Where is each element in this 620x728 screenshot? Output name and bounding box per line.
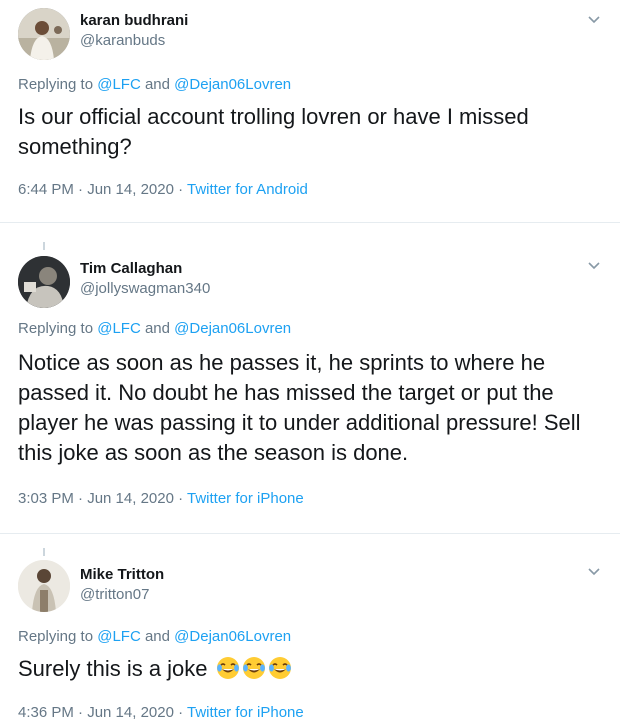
replying-and: and bbox=[144, 628, 170, 645]
tweet-karan: karan budhrani @karanbuds Replying to @L… bbox=[0, 0, 620, 218]
timestamp[interactable]: 4:36 PM · Jun 14, 2020 · bbox=[18, 704, 187, 721]
tweet-source[interactable]: Twitter for iPhone bbox=[187, 704, 304, 721]
chevron-down-icon[interactable] bbox=[586, 258, 602, 274]
replying-to: Replying to @LFC and @Dejan06Lovren bbox=[18, 320, 291, 337]
chevron-down-icon[interactable] bbox=[586, 12, 602, 28]
thread-line bbox=[43, 242, 45, 250]
avatar[interactable] bbox=[18, 8, 70, 60]
face-with-tears-of-joy-icon bbox=[268, 656, 292, 688]
tweet-meta: 4:36 PM · Jun 14, 2020 · Twitter for iPh… bbox=[18, 704, 304, 721]
person-avatar-icon bbox=[18, 8, 70, 60]
replying-label: Replying to bbox=[18, 76, 94, 93]
user-handle[interactable]: @jollyswagman340 bbox=[80, 280, 210, 297]
display-name[interactable]: Mike Tritton bbox=[80, 566, 164, 583]
thread-line bbox=[43, 548, 45, 556]
mention-lovren[interactable]: @Dejan06Lovren bbox=[174, 628, 291, 645]
mention-lfc[interactable]: @LFC bbox=[97, 320, 141, 337]
tweet-mike: Mike Tritton @tritton07 Replying to @LFC… bbox=[0, 548, 620, 728]
face-with-tears-of-joy-icon bbox=[216, 656, 240, 688]
replying-and: and bbox=[144, 76, 170, 93]
tweet-source[interactable]: Twitter for Android bbox=[187, 181, 308, 198]
mention-lovren[interactable]: @Dejan06Lovren bbox=[174, 320, 291, 337]
divider bbox=[0, 533, 620, 534]
display-name[interactable]: karan budhrani bbox=[80, 12, 188, 29]
chevron-down-icon[interactable] bbox=[586, 564, 602, 580]
tweet-tim: Tim Callaghan @jollyswagman340 Replying … bbox=[0, 236, 620, 526]
mention-lfc[interactable]: @LFC bbox=[97, 76, 141, 93]
tweet-source[interactable]: Twitter for iPhone bbox=[187, 490, 304, 507]
timestamp[interactable]: 3:03 PM · Jun 14, 2020 · bbox=[18, 490, 187, 507]
replying-to: Replying to @LFC and @Dejan06Lovren bbox=[18, 76, 291, 93]
divider bbox=[0, 222, 620, 223]
tweet-meta: 3:03 PM · Jun 14, 2020 · Twitter for iPh… bbox=[18, 490, 304, 507]
mention-lfc[interactable]: @LFC bbox=[97, 628, 141, 645]
timestamp[interactable]: 6:44 PM · Jun 14, 2020 · bbox=[18, 181, 187, 198]
person-avatar-icon bbox=[18, 256, 70, 308]
person-avatar-icon bbox=[18, 560, 70, 612]
tweet-text-wrap: Surely this is a joke bbox=[18, 654, 608, 688]
avatar[interactable] bbox=[18, 560, 70, 612]
tweet-text: Notice as soon as he passes it, he sprin… bbox=[18, 350, 581, 465]
replying-label: Replying to bbox=[18, 628, 94, 645]
replying-and: and bbox=[144, 320, 170, 337]
avatar[interactable] bbox=[18, 256, 70, 308]
replying-to: Replying to @LFC and @Dejan06Lovren bbox=[18, 628, 291, 645]
display-name[interactable]: Tim Callaghan bbox=[80, 260, 182, 277]
replying-label: Replying to bbox=[18, 320, 94, 337]
user-handle[interactable]: @tritton07 bbox=[80, 586, 149, 603]
face-with-tears-of-joy-icon bbox=[242, 656, 266, 688]
tweet-text: Surely this is a joke bbox=[18, 656, 208, 681]
mention-lovren[interactable]: @Dejan06Lovren bbox=[174, 76, 291, 93]
tweet-text: Is our official account trolling lovren … bbox=[18, 104, 529, 159]
tweet-meta: 6:44 PM · Jun 14, 2020 · Twitter for And… bbox=[18, 181, 308, 198]
user-handle[interactable]: @karanbuds bbox=[80, 32, 165, 49]
